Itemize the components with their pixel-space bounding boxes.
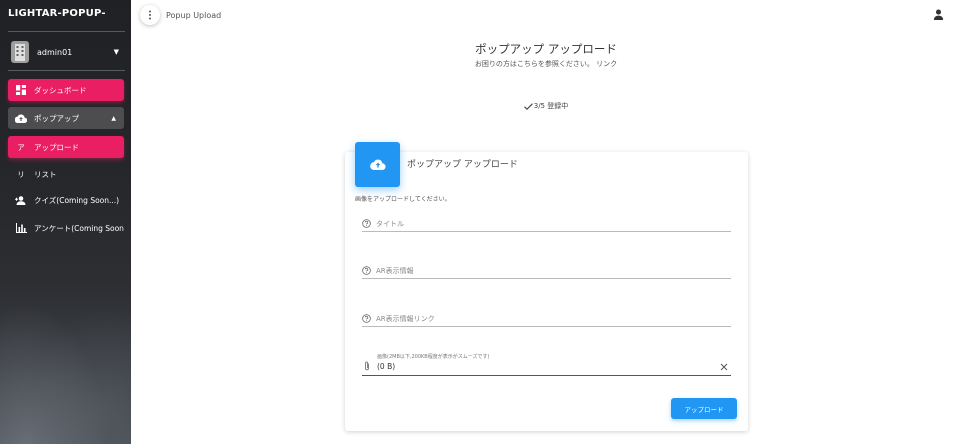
ar-link-field[interactable]: AR表示情報リンク (362, 311, 731, 327)
person-icon[interactable] (933, 9, 944, 20)
upload-button[interactable]: アップロード (671, 398, 737, 419)
ar-info-input[interactable]: AR表示情報 (376, 266, 414, 276)
cloud-upload-icon (369, 159, 386, 170)
sidebar-item-dashboard[interactable]: ダッシュボード (8, 79, 124, 101)
chevron-down-icon: ▼ (113, 48, 119, 56)
building-avatar-icon (11, 41, 29, 63)
chevron-up-icon: ▲ (111, 114, 116, 122)
sidebar-item-mini: ア (17, 142, 25, 152)
sidebar-item-label: アンケート(Coming Soon...) (34, 223, 124, 233)
ar-link-input[interactable]: AR表示情報リンク (376, 314, 435, 324)
help-icon (362, 266, 371, 275)
divider (8, 31, 125, 32)
cloud-upload-icon (8, 114, 34, 123)
sidebar-item-list[interactable]: リ リスト (8, 163, 124, 185)
close-icon[interactable] (720, 363, 728, 371)
dashboard-icon (8, 85, 34, 95)
ar-info-field[interactable]: AR表示情報 (362, 263, 731, 279)
user-name: admin01 (37, 47, 73, 57)
bar-chart-icon (8, 223, 34, 233)
sidebar-item-label: アップロード (34, 142, 79, 152)
card-title: ポップアップ アップロード (407, 160, 518, 170)
card-header-icon (355, 142, 400, 187)
check-icon (523, 102, 533, 110)
sidebar: LIGHTAR-POPUP- admin01 ▼ ダッシュボード ポップアップ … (0, 0, 131, 444)
image-file-field[interactable]: 画像(2MB以下,200KB程度が表示がスムーズです) (0 B) (362, 351, 731, 376)
title-field[interactable]: タイトル (362, 216, 731, 232)
sidebar-item-label: クイズ(Coming Soon...) (34, 195, 120, 205)
page-title: ポップアップ アップロード (475, 42, 617, 56)
sidebar-item-label: ダッシュボード (34, 85, 87, 95)
status-text: 3/5 登録中 (131, 101, 961, 111)
divider (8, 70, 125, 71)
sidebar-item-label: ポップアップ (34, 113, 79, 123)
sidebar-item-popup[interactable]: ポップアップ ▲ (8, 107, 124, 129)
help-icon (362, 219, 371, 228)
help-icon (362, 314, 371, 323)
user-menu[interactable]: admin01 ▼ (8, 40, 125, 64)
sidebar-item-quiz[interactable]: クイズ(Coming Soon...) (8, 189, 124, 211)
person-add-icon (8, 195, 34, 205)
sidebar-item-mini: リ (17, 169, 25, 179)
topbar-title: Popup Upload (166, 11, 222, 20)
help-link[interactable]: お困りの方はこちらを参照ください。 リンク (131, 59, 961, 69)
brand-title[interactable]: LIGHTAR-POPUP- (8, 8, 106, 19)
file-label: 画像(2MB以下,200KB程度が表示がスムーズです) (377, 354, 490, 360)
sidebar-item-label: リスト (34, 169, 57, 179)
attachment-icon (365, 361, 369, 371)
file-value[interactable]: (0 B) (377, 362, 395, 371)
more-menu-button[interactable] (140, 5, 160, 25)
card-note: 画像をアップロードしてください。 (355, 196, 451, 203)
title-input[interactable]: タイトル (376, 219, 404, 229)
sidebar-item-survey[interactable]: アンケート(Coming Soon...) (8, 217, 124, 239)
status-label: 3/5 登録中 (533, 102, 569, 110)
sidebar-item-upload[interactable]: ア アップロード (8, 136, 124, 158)
more-vert-icon (149, 10, 151, 20)
